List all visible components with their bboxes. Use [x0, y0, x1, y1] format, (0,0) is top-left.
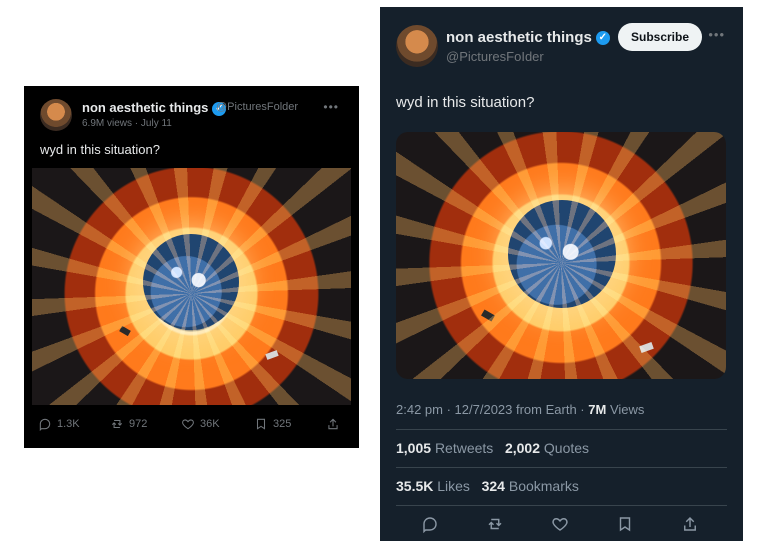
tweet-card-right: non aesthetic things ✓ @PicturesFoIder Su…	[380, 7, 743, 541]
timestamp-line: 2:42 pm · 12/7/2023 from Earth · 7M View…	[396, 402, 645, 417]
reply-button[interactable]: 1.3K	[38, 417, 80, 432]
reply-count: 1.3K	[57, 418, 80, 430]
tweet-image[interactable]	[32, 168, 351, 405]
like-button[interactable]: 36K	[181, 417, 220, 431]
debris-shard	[265, 350, 279, 360]
bookmark-count: 325	[273, 418, 292, 430]
heart-icon	[181, 417, 195, 431]
action-bar	[380, 515, 743, 537]
more-icon[interactable]: •••	[708, 27, 725, 42]
display-name-text: non aesthetic things	[82, 100, 209, 115]
tweet-text: wyd in this situation?	[396, 94, 535, 111]
like-count: 36K	[200, 418, 220, 430]
retweet-icon[interactable]	[486, 515, 504, 533]
retweets-count[interactable]: 1,005	[396, 440, 431, 456]
retweet-icon	[110, 417, 124, 431]
debris-shard	[639, 341, 654, 354]
display-name-text: non aesthetic things	[446, 29, 592, 46]
views-label: Views	[609, 402, 645, 417]
likes-label: Likes	[437, 478, 470, 494]
post-time: 2:42 pm	[396, 402, 443, 417]
engagement-stats-1: 1,005 Retweets 2,002 Quotes	[396, 440, 589, 456]
post-date: 12/7/2023 from Earth	[454, 402, 577, 417]
avatar[interactable]	[396, 25, 438, 67]
reply-icon	[38, 417, 52, 432]
debris-shard	[119, 325, 131, 337]
retweets-label: Retweets	[434, 440, 494, 456]
tweet-text: wyd in this situation?	[40, 142, 160, 157]
share-icon	[326, 417, 340, 431]
engagement-stats-2: 35.5K Likes 324 Bookmarks	[396, 478, 579, 494]
earth-icon	[508, 200, 616, 308]
views-count: 7M	[588, 402, 607, 417]
more-icon[interactable]: •••	[323, 100, 339, 114]
reply-icon[interactable]	[421, 515, 439, 534]
quotes-count[interactable]: 2,002	[505, 440, 540, 456]
views-count: 6.9M views	[82, 118, 133, 129]
tweet-card-left: non aesthetic things ✓ @PicturesFolder 6.…	[24, 86, 359, 448]
divider	[396, 505, 727, 506]
quotes-label: Quotes	[543, 440, 590, 456]
meta-line: 6.9M views · July 11	[82, 118, 172, 129]
debris-shard	[481, 309, 495, 322]
display-name[interactable]: non aesthetic things ✓	[82, 100, 227, 116]
bookmarks-count[interactable]: 324	[482, 478, 505, 494]
handle[interactable]: @PicturesFolder	[216, 101, 298, 113]
retweet-count: 972	[129, 418, 148, 430]
display-name[interactable]: non aesthetic things ✓	[446, 29, 610, 46]
divider	[396, 467, 727, 468]
bookmark-button[interactable]: 325	[254, 417, 291, 431]
avatar[interactable]	[40, 99, 72, 131]
likes-count[interactable]: 35.5K	[396, 478, 433, 494]
post-date: July 11	[140, 118, 172, 129]
heart-icon[interactable]	[551, 515, 569, 533]
verified-badge-icon: ✓	[595, 31, 610, 46]
handle[interactable]: @PicturesFoIder	[446, 49, 544, 64]
share-icon[interactable]	[681, 515, 699, 533]
earth-icon	[143, 234, 239, 330]
bookmark-icon	[254, 417, 268, 431]
subscribe-button[interactable]: Subscribe	[618, 23, 702, 51]
retweet-button[interactable]: 972	[110, 417, 147, 431]
tweet-image[interactable]	[396, 132, 726, 379]
bookmark-icon[interactable]	[616, 515, 634, 533]
bookmarks-label: Bookmarks	[508, 478, 579, 494]
divider	[396, 429, 727, 430]
share-button[interactable]	[326, 417, 340, 431]
